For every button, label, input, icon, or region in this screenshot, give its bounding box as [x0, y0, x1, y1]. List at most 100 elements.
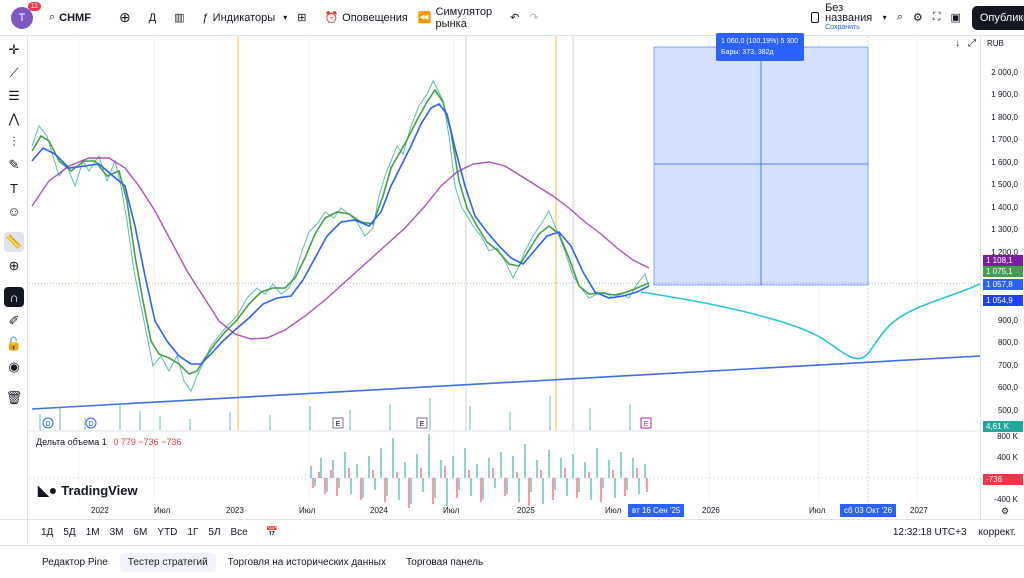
price-tick: 1 700,0: [991, 135, 1018, 144]
interval-button[interactable]: Д: [144, 0, 161, 36]
timeframe-all[interactable]: Все: [226, 527, 253, 538]
text-icon[interactable]: T: [4, 178, 24, 198]
price-tag-last: 1 054,9: [983, 295, 1023, 306]
time-tick: Июл: [154, 506, 171, 515]
gear-icon[interactable]: ⚙: [1001, 506, 1009, 517]
rewind-icon: ⏪: [417, 12, 432, 24]
chevron-down-icon: ▾: [882, 13, 887, 22]
eye-icon[interactable]: ◉: [4, 357, 24, 377]
tab-pine-editor[interactable]: Редактор Pine: [34, 553, 116, 572]
clock[interactable]: 12:32:18 UTC+3: [893, 527, 967, 538]
undo-icon: ↶: [510, 12, 520, 24]
layouts-button[interactable]: ⊞: [292, 0, 311, 36]
timeframe-1d[interactable]: 1Д: [36, 527, 58, 538]
expand-icon[interactable]: ⤢: [968, 38, 976, 49]
delta-volume-legend[interactable]: Дельта объема 1 0 779 −736 −736: [36, 437, 181, 447]
volume-tick: 800 K: [997, 432, 1018, 441]
tab-strategy-tester[interactable]: Тестер стратегий: [119, 552, 216, 572]
price-tick: 500,0: [997, 406, 1018, 415]
time-tick: 2025: [517, 506, 535, 515]
indicators-icon: ƒ: [202, 11, 209, 24]
brush-icon[interactable]: ✎: [4, 155, 24, 175]
screenshot-button[interactable]: ▣: [945, 0, 965, 36]
time-tick: Июл: [299, 506, 316, 515]
tab-replay-trading[interactable]: Торговля на исторических данных: [220, 553, 394, 572]
time-tick: 2023: [226, 506, 244, 515]
bottom-panel-tabs: Редактор Pine Тестер стратегий Торговля …: [0, 545, 1024, 578]
timeframe-6m[interactable]: 6М: [129, 527, 153, 538]
search-icon: ⌕: [49, 11, 56, 23]
crosshair-icon[interactable]: ✛: [4, 40, 24, 60]
timeframe-1y[interactable]: 1Г: [182, 527, 203, 538]
avatar-letter: T: [18, 11, 26, 24]
lock-drawing-icon[interactable]: ✐: [4, 311, 24, 331]
time-axis[interactable]: 2022 Июл 2023 Июл 2024 Июл 2025 Июл вт 1…: [29, 502, 980, 519]
time-tick: 2027: [910, 506, 928, 515]
forecast-line[interactable]: [640, 283, 981, 360]
pattern-icon[interactable]: ⋀: [4, 109, 24, 129]
date-range-icon[interactable]: 📅: [261, 527, 283, 538]
timeframe-1m[interactable]: 1М: [81, 527, 105, 538]
emoji-icon[interactable]: ☺: [4, 201, 24, 221]
tab-trading-panel[interactable]: Торговая панель: [398, 553, 491, 572]
adjust-toggle[interactable]: коррект.: [979, 527, 1016, 538]
trash-icon[interactable]: 🗑: [4, 388, 24, 408]
zoom-in-icon[interactable]: ⊕: [4, 256, 24, 276]
price-tick: 2 000,0: [991, 68, 1018, 77]
undo-button[interactable]: ↶: [505, 0, 524, 36]
price-axis[interactable]: RUB 2 000,0 1 900,0 1 800,0 1 700,0 1 60…: [980, 36, 1024, 519]
symbol-search[interactable]: ⌕ CHMF: [44, 0, 96, 36]
projection-icon[interactable]: ⫶: [4, 132, 24, 152]
fib-retracement-icon[interactable]: ☰: [4, 86, 24, 106]
fullscreen-button[interactable]: ⛶: [928, 0, 946, 36]
price-tick: 700,0: [997, 361, 1018, 370]
time-tick: 2026: [702, 506, 720, 515]
timeframe-bar: 1Д 5Д 1М 3М 6М YTD 1Г 5Л Все 📅 12:32:18 …: [0, 519, 1024, 544]
price-tick: 1 500,0: [991, 180, 1018, 189]
quick-search-button[interactable]: ⌕: [892, 0, 908, 36]
layout-menu[interactable]: Без названия Сохранить ▾: [806, 0, 892, 36]
top-toolbar: T 11 ⌕ CHMF ⊕ Д ▥ ƒ Индикаторы ▾ ⊞ ⏰ Опов…: [0, 0, 1024, 36]
avatar[interactable]: T 11: [11, 1, 41, 29]
gear-icon: ⚙: [912, 12, 923, 24]
earnings-marker-label: E: [336, 421, 341, 428]
chart-type-button[interactable]: ▥: [169, 0, 189, 36]
replay-button[interactable]: ⏪ Симулятор рынка: [413, 0, 497, 36]
redo-icon: ↷: [529, 12, 539, 24]
indicators-button[interactable]: ƒ Индикаторы ▾: [198, 0, 293, 36]
ruler-icon[interactable]: 📏: [4, 232, 24, 252]
timeframe-ytd[interactable]: YTD: [152, 527, 182, 538]
currency-label[interactable]: RUB: [987, 39, 1004, 48]
redo-button[interactable]: ↷: [524, 0, 543, 36]
price-tick: 1 800,0: [991, 113, 1018, 122]
publish-button[interactable]: Опубликовать: [971, 5, 1024, 30]
fullscreen-icon: ⛶: [932, 11, 941, 23]
replay-label: Симулятор рынка: [435, 5, 493, 30]
lock-icon[interactable]: 🔓: [4, 334, 24, 354]
settings-button[interactable]: ⚙: [908, 0, 928, 36]
layout-checkbox-icon: [810, 12, 820, 23]
timeframe-5y[interactable]: 5Л: [203, 527, 225, 538]
trendline[interactable]: [31, 355, 981, 410]
dividend-marker-label: D: [45, 421, 50, 428]
plus-circle-icon: ⊕: [118, 9, 131, 25]
magnet-icon[interactable]: ∩: [4, 287, 24, 307]
time-highlight-end: сб 03 Окт '26: [840, 504, 897, 517]
time-tick: Июл: [809, 506, 826, 515]
alerts-button[interactable]: ⏰ Оповещения: [319, 0, 412, 36]
arrow-down-icon[interactable]: ↓: [955, 38, 960, 49]
measure-tooltip-line2: Бары: 373, 382д: [721, 49, 774, 56]
grid-icon: ⊞: [297, 12, 307, 24]
price-tick: 1 600,0: [991, 158, 1018, 167]
price-tag-ma-slow: 1 108,1: [983, 255, 1023, 266]
user-menu[interactable]: T 11: [0, 0, 41, 36]
measure-tooltip: 1 060,0 (100,19%) 5 300 Бары: 373, 382д: [716, 33, 804, 61]
volume-tick: 400 K: [997, 453, 1018, 462]
trendline-icon[interactable]: ⟋: [4, 63, 24, 83]
timeframe-3m[interactable]: 3М: [105, 527, 129, 538]
quick-search-icon: ⌕: [896, 11, 903, 23]
timeframe-5d[interactable]: 5Д: [58, 527, 80, 538]
drawing-toolbar: ✛ ⟋ ☰ ⋀ ⫶ ✎ T ☺ 📏 ⊕ ∩ ✐ 🔓 ◉ 🗑: [0, 36, 28, 544]
earnings-marker-label: E: [420, 421, 425, 428]
compare-button[interactable]: ⊕: [114, 0, 136, 36]
